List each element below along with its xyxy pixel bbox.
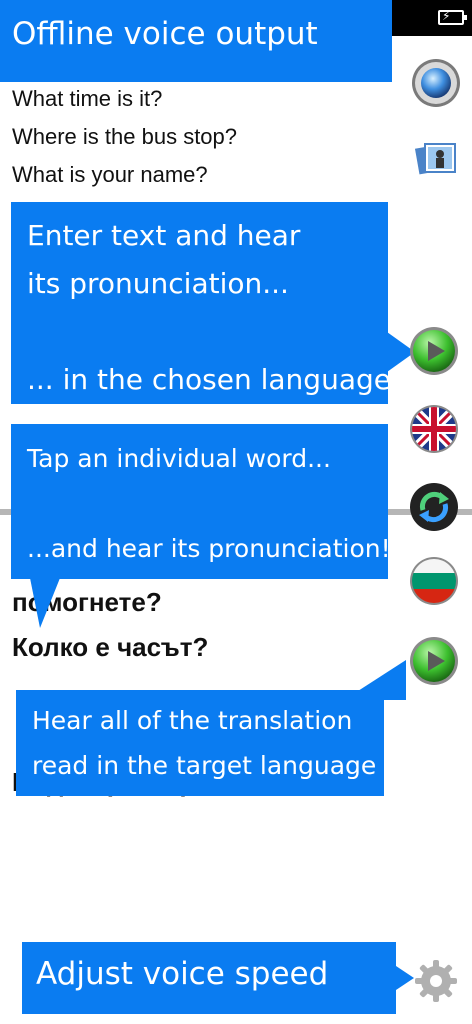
callout-pointer: [30, 578, 60, 628]
source-line[interactable]: What time is it?: [12, 80, 402, 118]
callout-line: Enter text and hear: [27, 219, 301, 252]
bulgaria-flag-icon[interactable]: [409, 556, 459, 606]
gear-icon[interactable]: [411, 956, 461, 1006]
callout-enter-text: Enter text and hear its pronunciation...…: [11, 202, 403, 404]
source-line[interactable]: Where is the bus stop?: [12, 118, 402, 156]
target-line[interactable]: помогнете?: [12, 580, 392, 625]
callout-line: its pronunciation...: [27, 267, 289, 300]
play-target-icon[interactable]: [409, 636, 459, 686]
source-text-area[interactable]: What time is it? Where is the bus stop? …: [12, 80, 402, 194]
uk-flag-icon[interactable]: [409, 404, 459, 454]
battery-icon: ⚡: [438, 9, 467, 25]
callout-voice-speed: Adjust voice speed: [22, 942, 396, 1014]
callout-line: read in the target language: [32, 751, 377, 780]
swap-languages-icon[interactable]: [409, 482, 459, 532]
title-banner: Offline voice output: [0, 0, 392, 82]
callout-hear-all: Hear all of the translation read in the …: [16, 690, 384, 796]
callout-tap-word: Tap an individual word... ...and hear it…: [11, 424, 391, 579]
source-line[interactable]: What is your name?: [12, 156, 402, 194]
target-line[interactable]: Колко е часът?: [12, 625, 392, 670]
record-icon[interactable]: [411, 58, 461, 108]
callout-line: Adjust voice speed: [36, 956, 329, 992]
photo-icon[interactable]: [411, 134, 461, 184]
callout-line: [27, 308, 372, 356]
callout-line: ... in the chosen language!: [27, 363, 403, 396]
play-source-icon[interactable]: [409, 326, 459, 376]
callout-line: [27, 481, 372, 526]
callout-line: Tap an individual word...: [27, 444, 331, 473]
callout-line: ...and hear its pronunciation!: [27, 534, 391, 563]
callout-line: Hear all of the translation: [32, 706, 353, 735]
title-text: Offline voice output: [12, 16, 318, 52]
